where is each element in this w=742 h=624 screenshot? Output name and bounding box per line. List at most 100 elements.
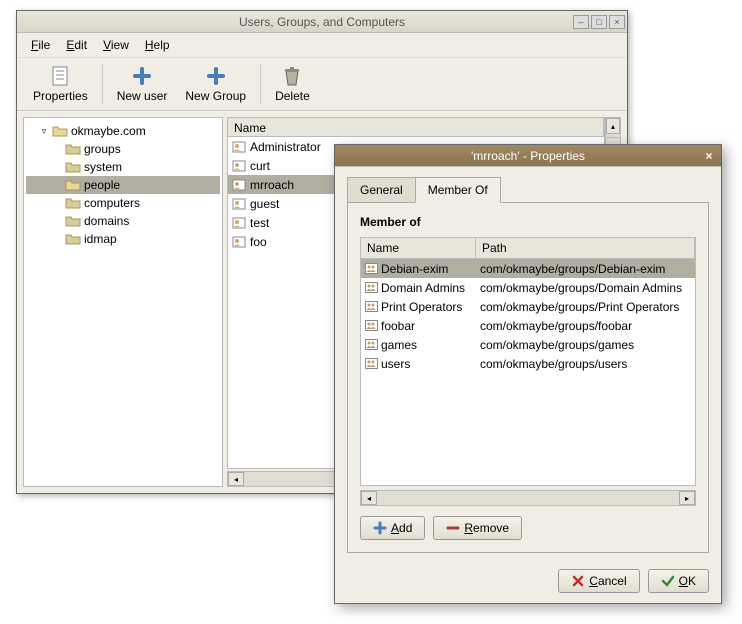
cancel-button[interactable]: Cancel [558, 569, 639, 593]
group-name: users [381, 357, 410, 371]
group-icon [365, 263, 378, 274]
tab-content: Member of Name Path Debian-eximcom/okmay… [347, 202, 709, 553]
tree-item-system[interactable]: system [26, 158, 220, 176]
hscroll-track[interactable] [377, 491, 679, 505]
close-button[interactable]: × [609, 15, 625, 29]
new-group-label: New Group [185, 89, 246, 103]
user-icon [232, 198, 246, 210]
group-path: com/okmaybe/groups/Domain Admins [476, 281, 695, 295]
tree-label: people [84, 178, 120, 192]
user-icon [232, 217, 246, 229]
dialog-titlebar[interactable]: 'mrroach' - Properties × [335, 145, 721, 167]
folder-icon [65, 197, 81, 209]
new-user-button[interactable]: New user [109, 61, 176, 107]
group-table-header: Name Path [361, 238, 695, 259]
ok-button[interactable]: OK [648, 569, 709, 593]
folder-icon [52, 125, 68, 137]
tree-item-idmap[interactable]: idmap [26, 230, 220, 248]
tree-label: system [84, 160, 122, 174]
scroll-right-button[interactable]: ▸ [679, 491, 695, 505]
section-title: Member of [360, 215, 696, 229]
main-window-title: Users, Groups, and Computers [239, 15, 405, 29]
tree-panel[interactable]: ▿ okmaybe.com groups system people computers d… [23, 117, 223, 487]
add-label: dd [399, 521, 412, 535]
remove-label: emove [473, 521, 509, 535]
group-path: com/okmaybe/groups/Print Operators [476, 300, 695, 314]
tree-item-domains[interactable]: domains [26, 212, 220, 230]
cancel-icon [571, 574, 585, 588]
group-row[interactable]: Print Operators com/okmaybe/groups/Print … [361, 297, 695, 316]
minus-icon [446, 521, 460, 535]
tab-general[interactable]: General [347, 177, 416, 203]
user-icon [232, 179, 246, 191]
tree-item-computers[interactable]: computers [26, 194, 220, 212]
list-item-label: guest [250, 197, 279, 211]
list-item-label: curt [250, 159, 270, 173]
scroll-left-button[interactable]: ◂ [228, 472, 244, 486]
folder-icon [65, 143, 81, 155]
main-titlebar[interactable]: Users, Groups, and Computers – □ × [17, 11, 627, 33]
menu-view[interactable]: View [97, 35, 135, 55]
menu-edit[interactable]: Edit [60, 35, 93, 55]
group-icon [365, 320, 378, 331]
dialog-close-button[interactable]: × [701, 149, 717, 163]
toolbar-separator [260, 64, 261, 104]
ok-label: K [688, 574, 696, 588]
user-icon [232, 236, 246, 248]
dialog-title: 'mrroach' - Properties [471, 149, 585, 163]
group-row[interactable]: users com/okmaybe/groups/users [361, 354, 695, 373]
dialog-horizontal-scrollbar[interactable]: ◂ ▸ [360, 490, 696, 506]
ok-icon [661, 574, 675, 588]
tree-item-groups[interactable]: groups [26, 140, 220, 158]
new-group-button[interactable]: New Group [177, 61, 254, 107]
tab-member-of[interactable]: Member Of [415, 177, 501, 203]
tree-root[interactable]: ▿ okmaybe.com [26, 122, 220, 140]
menu-file[interactable]: File [25, 35, 56, 55]
tabs: General Member Of [347, 177, 709, 203]
group-path: com/okmaybe/groups/foobar [476, 319, 695, 333]
add-button[interactable]: Add [360, 516, 425, 540]
group-row[interactable]: Domain Admins com/okmaybe/groups/Domain A… [361, 278, 695, 297]
folder-icon [65, 215, 81, 227]
group-name: games [381, 338, 417, 352]
scroll-up-button[interactable]: ▴ [606, 118, 620, 134]
group-table-body[interactable]: Debian-eximcom/okmaybe/groups/Debian-exi… [361, 259, 695, 485]
tree-label: okmaybe.com [71, 124, 146, 138]
col-header-name[interactable]: Name [361, 238, 476, 258]
list-header-name[interactable]: Name [228, 118, 604, 136]
group-row[interactable]: gamescom/okmaybe/groups/games [361, 335, 695, 354]
minimize-button[interactable]: – [573, 15, 589, 29]
remove-button[interactable]: Remove [433, 516, 522, 540]
properties-dialog: 'mrroach' - Properties × General Member … [334, 144, 722, 604]
user-icon [232, 160, 246, 172]
plus-icon [373, 521, 387, 535]
scroll-left-button[interactable]: ◂ [361, 491, 377, 505]
list-header[interactable]: Name [227, 117, 605, 137]
group-path: com/okmaybe/groups/users [476, 357, 695, 371]
folder-icon [65, 179, 81, 191]
tree-item-people[interactable]: people [26, 176, 220, 194]
properties-button[interactable]: Properties [25, 61, 96, 107]
user-icon [232, 141, 246, 153]
toolbar: Properties New user New Group Delete [17, 57, 627, 111]
group-name: foobar [381, 319, 415, 333]
maximize-button[interactable]: □ [591, 15, 607, 29]
folder-icon [65, 161, 81, 173]
group-icon [365, 358, 378, 369]
tree-label: domains [84, 214, 129, 228]
group-icon [365, 301, 378, 312]
cancel-label: ancel [598, 574, 627, 588]
tree-label: groups [84, 142, 121, 156]
group-row[interactable]: Debian-eximcom/okmaybe/groups/Debian-exi… [361, 259, 695, 278]
col-header-path[interactable]: Path [476, 238, 695, 258]
group-name: Print Operators [381, 300, 462, 314]
tree-toggle-icon[interactable]: ▿ [39, 126, 49, 137]
delete-button[interactable]: Delete [267, 61, 318, 107]
menubar: File Edit View Help [17, 33, 627, 57]
group-name: Domain Admins [381, 281, 465, 295]
delete-label: Delete [275, 89, 310, 103]
menu-help[interactable]: Help [139, 35, 176, 55]
new-user-label: New user [117, 89, 168, 103]
properties-label: Properties [33, 89, 88, 103]
group-row[interactable]: foobar com/okmaybe/groups/foobar [361, 316, 695, 335]
